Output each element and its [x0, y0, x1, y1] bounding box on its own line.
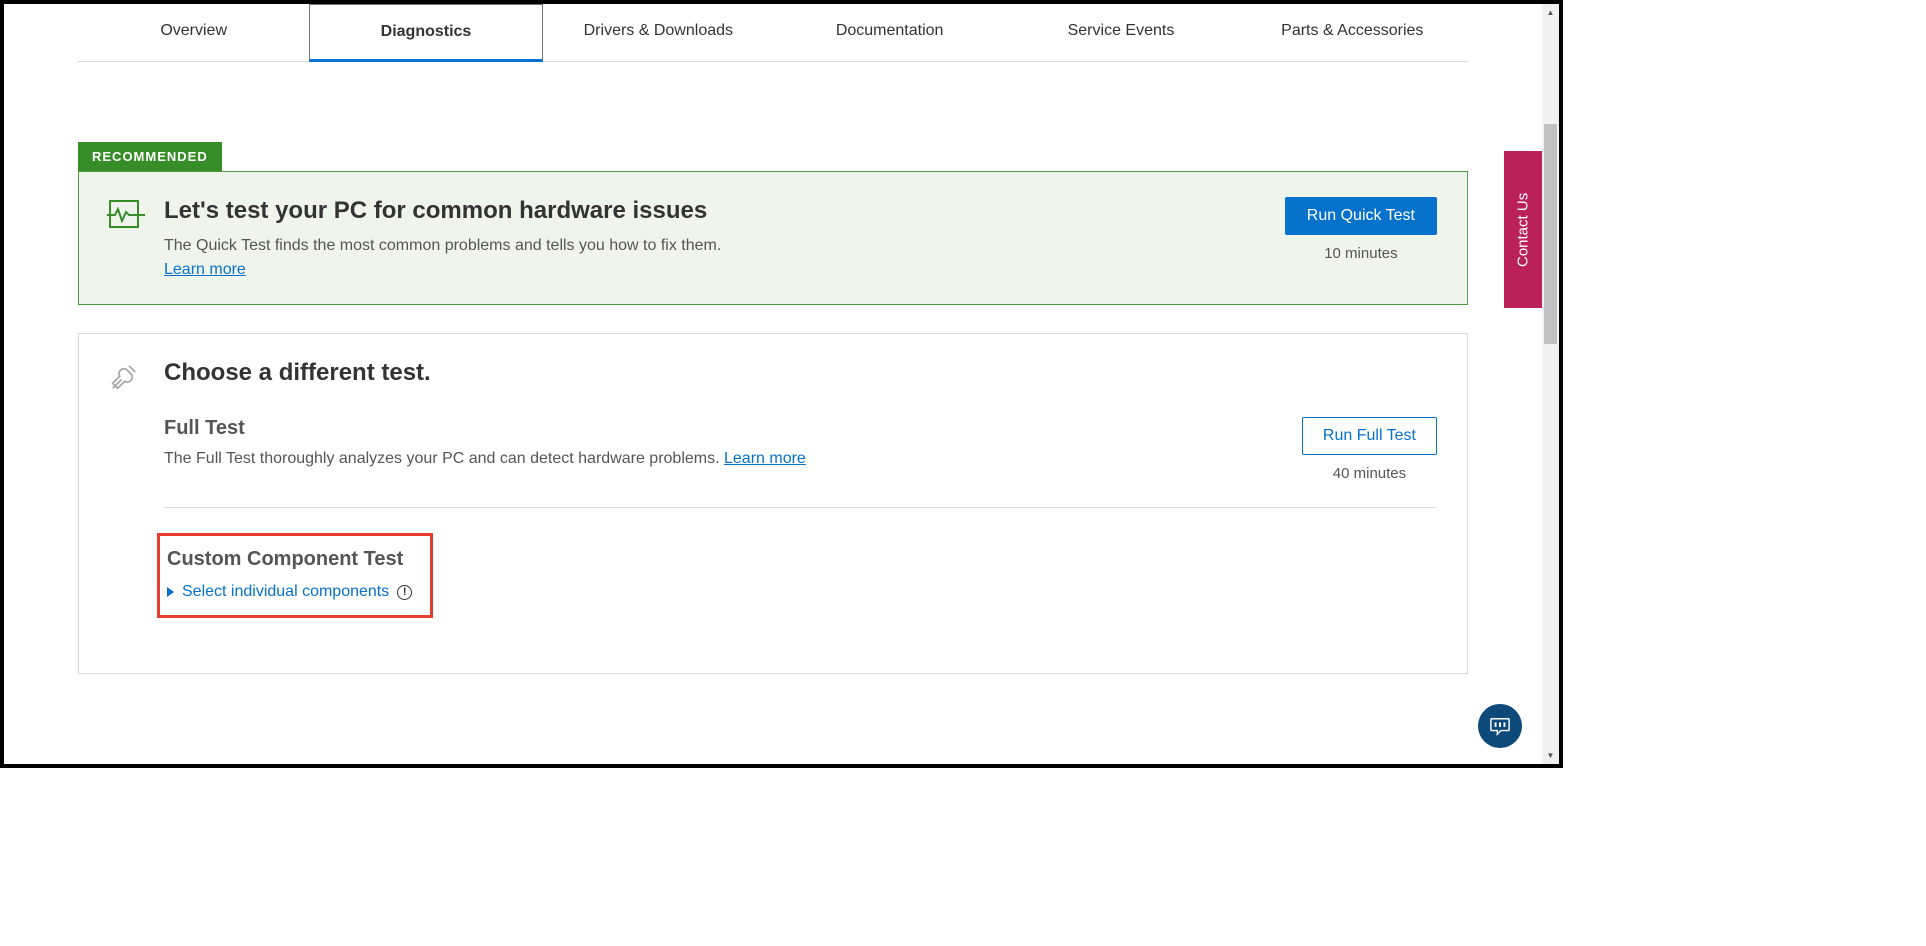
- full-test-heading: Full Test: [164, 417, 806, 440]
- full-test-description: The Full Test thoroughly analyzes your P…: [164, 450, 806, 468]
- run-full-test-button[interactable]: Run Full Test: [1302, 417, 1437, 455]
- tab-parts-accessories[interactable]: Parts & Accessories: [1237, 4, 1468, 61]
- scroll-down-arrow-icon[interactable]: ▼: [1542, 747, 1559, 764]
- caret-right-icon: [167, 587, 174, 597]
- recommended-badge: RECOMMENDED: [78, 142, 222, 171]
- tab-service-events[interactable]: Service Events: [1005, 4, 1236, 61]
- tab-overview[interactable]: Overview: [78, 4, 309, 61]
- tools-icon: [109, 362, 139, 392]
- quick-test-title: Let's test your PC for common hardware i…: [164, 197, 1260, 225]
- scroll-up-arrow-icon[interactable]: ▲: [1542, 4, 1559, 21]
- tab-diagnostics[interactable]: Diagnostics: [309, 4, 542, 62]
- chat-icon: [1489, 716, 1511, 736]
- other-tests-card: Choose a different test. Full Test The F…: [78, 333, 1468, 674]
- heartbeat-icon: [109, 200, 139, 228]
- quick-test-duration: 10 minutes: [1324, 245, 1397, 262]
- custom-test-highlight: Custom Component Test Select individual …: [157, 533, 433, 618]
- scrollbar-thumb[interactable]: [1544, 124, 1557, 344]
- custom-test-heading: Custom Component Test: [160, 548, 412, 571]
- other-tests-title: Choose a different test.: [164, 359, 1437, 387]
- contact-us-tab[interactable]: Contact Us: [1504, 151, 1542, 308]
- custom-test-section: Custom Component Test Select individual …: [164, 507, 1437, 643]
- info-icon[interactable]: !: [397, 585, 412, 600]
- quick-test-description: The Quick Test finds the most common pro…: [164, 237, 1260, 255]
- quick-test-learn-more-link[interactable]: Learn more: [164, 261, 246, 278]
- tab-documentation[interactable]: Documentation: [774, 4, 1005, 61]
- full-test-learn-more-link[interactable]: Learn more: [724, 450, 806, 467]
- full-test-duration: 40 minutes: [1333, 465, 1406, 482]
- select-components-link[interactable]: Select individual components: [182, 583, 389, 601]
- quick-test-card: Let's test your PC for common hardware i…: [78, 171, 1468, 305]
- full-test-section: Full Test The Full Test thoroughly analy…: [164, 417, 1437, 507]
- scrollbar[interactable]: ▲ ▼: [1542, 4, 1559, 764]
- tab-drivers-downloads[interactable]: Drivers & Downloads: [543, 4, 774, 61]
- run-quick-test-button[interactable]: Run Quick Test: [1285, 197, 1437, 235]
- chat-button[interactable]: [1478, 704, 1522, 748]
- tab-bar: Overview Diagnostics Drivers & Downloads…: [78, 4, 1468, 62]
